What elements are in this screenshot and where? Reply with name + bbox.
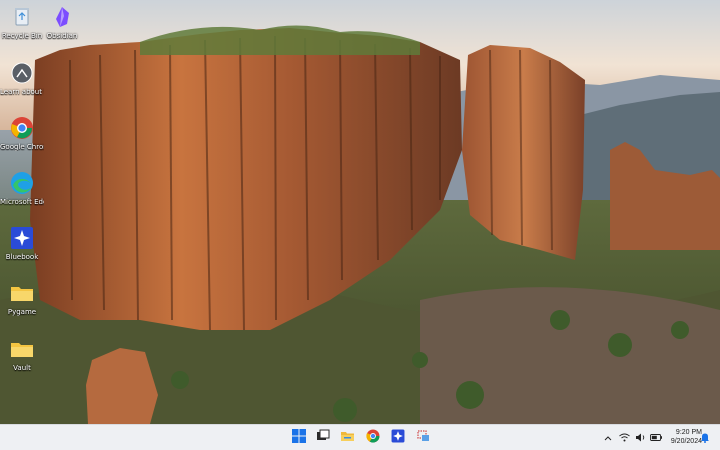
- desktop-icon-label: Learn about this picture: [0, 88, 44, 96]
- taskbar-chrome-button[interactable]: [364, 429, 381, 446]
- taskbar-task-view-button[interactable]: [314, 429, 331, 446]
- recycle-bin-icon: [9, 4, 35, 30]
- taskbar: 9:20 PM 9/20/2024: [0, 424, 720, 450]
- file-explorer-icon: [340, 428, 355, 447]
- desktop-icon-label: Vault: [13, 364, 31, 372]
- desktop-icon-microsoft-edge[interactable]: Microsoft Edge: [0, 170, 44, 206]
- taskbar-snipping-tool-button[interactable]: [414, 429, 431, 446]
- desktop-icon-learn-about-picture[interactable]: Learn about this picture: [0, 60, 44, 96]
- desktop-icon-label: Bluebook: [5, 253, 39, 261]
- taskbar-start-button[interactable]: [290, 429, 307, 446]
- clock-date: 9/20/2024: [670, 438, 702, 445]
- folder-icon: [9, 336, 35, 362]
- edge-icon: [9, 170, 35, 196]
- chrome-icon: [365, 428, 380, 447]
- desktop-icon-bluebook[interactable]: Bluebook: [0, 225, 44, 261]
- desktop-icon-vault-folder[interactable]: Vault: [0, 336, 44, 372]
- desktop-icon-label: Google Chrome: [0, 143, 44, 151]
- clock-time: 9:20 PM: [675, 429, 702, 436]
- wifi-icon[interactable]: [618, 432, 630, 444]
- desktop-icon-label: Obsidian: [46, 32, 78, 40]
- windows-start-icon: [291, 428, 306, 447]
- notification-button[interactable]: [699, 429, 711, 446]
- folder-icon: [9, 280, 35, 306]
- chrome-icon: [9, 115, 35, 141]
- desktop-icon-pygame-folder[interactable]: Pygame: [0, 280, 44, 316]
- desktop-icon-label: Microsoft Edge: [0, 198, 44, 206]
- taskbar-clock[interactable]: 9:20 PM 9/20/2024: [654, 428, 702, 446]
- desktop-icon-obsidian[interactable]: Obsidian: [40, 4, 84, 40]
- desktop-icon-label: Recycle Bin: [1, 32, 43, 40]
- desktop-icon-label: Pygame: [7, 308, 37, 316]
- bluebook-icon: [9, 225, 35, 251]
- wallpaper-image: [0, 0, 720, 424]
- chevron-up-icon[interactable]: [602, 432, 614, 444]
- learn-about-picture-icon: [9, 60, 35, 86]
- notification-bell-icon: [700, 428, 710, 447]
- obsidian-icon: [49, 4, 75, 30]
- desktop[interactable]: Recycle Bin Obsidian Learn about this pi…: [0, 0, 720, 424]
- taskbar-file-explorer-button[interactable]: [339, 429, 356, 446]
- task-view-icon: [316, 428, 330, 447]
- bluebook-icon: [391, 428, 405, 447]
- snipping-tool-icon: [416, 428, 430, 447]
- desktop-icon-recycle-bin[interactable]: Recycle Bin: [0, 4, 44, 40]
- volume-icon[interactable]: [634, 432, 646, 444]
- taskbar-bluebook-button[interactable]: [389, 429, 406, 446]
- desktop-icon-google-chrome[interactable]: Google Chrome: [0, 115, 44, 151]
